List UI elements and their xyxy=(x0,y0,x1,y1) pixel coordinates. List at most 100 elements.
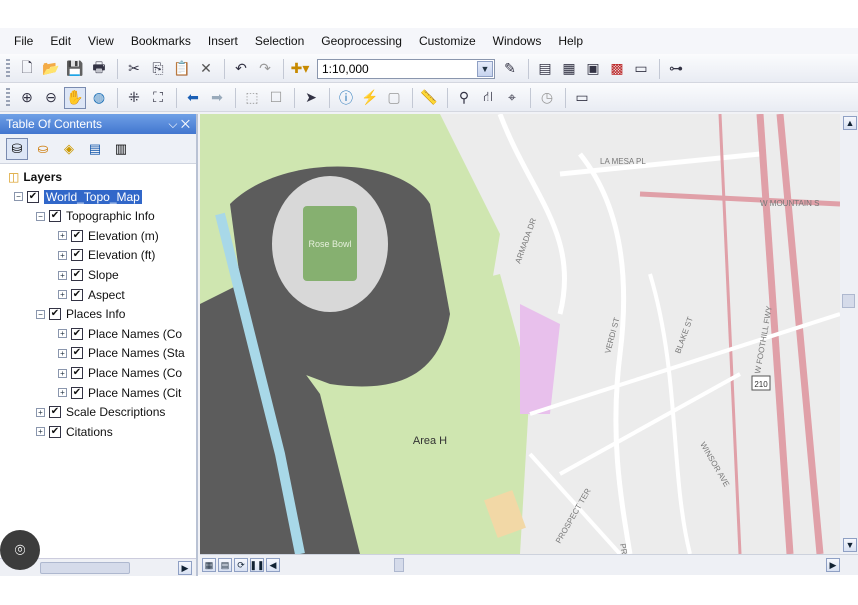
menu-item-insert[interactable]: Insert xyxy=(208,34,238,48)
map-vertical-scrollbar[interactable]: ▲ ▼ xyxy=(840,114,858,554)
full-extent-globe-icon[interactable]: ◍ xyxy=(88,87,110,109)
layer-visibility-checkbox[interactable]: ✔ xyxy=(49,210,61,223)
layout-view-icon[interactable]: ▤ xyxy=(218,558,232,572)
menu-item-geoprocessing[interactable]: Geoprocessing xyxy=(321,34,402,48)
list-by-drawing-order-icon[interactable]: ⛁ xyxy=(6,137,28,160)
expand-collapse-icon[interactable]: + xyxy=(58,270,67,280)
menu-item-selection[interactable]: Selection xyxy=(255,34,304,48)
pan-hand-icon[interactable]: ✋ xyxy=(64,86,86,109)
chevron-down-icon[interactable]: ▼ xyxy=(477,60,493,77)
layer-visibility-checkbox[interactable]: ✔ xyxy=(71,229,83,242)
layer-visibility-checkbox[interactable]: ✔ xyxy=(71,367,83,379)
model-builder-icon[interactable]: ⊶ xyxy=(665,58,687,80)
toc-layer-row[interactable]: + ✔ Place Names (Sta xyxy=(58,344,185,362)
expand-collapse-icon[interactable]: − xyxy=(36,211,45,221)
print-icon[interactable]: 🖶 xyxy=(88,58,110,80)
map-scale-combobox[interactable]: 1:10,000 ▼ xyxy=(317,58,495,79)
toc-window-icon[interactable]: ▤ xyxy=(534,58,556,80)
find-route-icon[interactable]: ⛙ xyxy=(477,87,499,109)
expand-collapse-icon[interactable]: − xyxy=(36,309,45,319)
layer-visibility-checkbox[interactable]: ✔ xyxy=(71,386,83,399)
new-document-icon[interactable]: 🗋 xyxy=(16,58,38,80)
layer-visibility-checkbox[interactable]: ✔ xyxy=(71,288,83,301)
toc-layer-row[interactable]: − ✔ World_Topo_Map xyxy=(14,188,142,206)
layer-visibility-checkbox[interactable]: ✔ xyxy=(27,190,39,203)
delete-icon[interactable]: ✕ xyxy=(195,58,217,80)
expand-collapse-icon[interactable]: + xyxy=(36,407,45,417)
expand-collapse-icon[interactable]: − xyxy=(14,192,23,202)
expand-collapse-icon[interactable]: + xyxy=(58,329,67,339)
pause-drawing-icon[interactable]: ❚❚ xyxy=(249,558,265,572)
arctoolbox-icon[interactable]: ▩ xyxy=(606,58,628,80)
list-by-visibility-icon[interactable]: ◈ xyxy=(58,138,80,160)
scroll-right-icon[interactable]: ▶ xyxy=(178,561,192,575)
expand-collapse-icon[interactable]: + xyxy=(58,231,67,241)
toc-layer-row[interactable]: ◫ Layers xyxy=(8,168,62,186)
measure-icon[interactable]: 📏 xyxy=(418,87,440,109)
fixed-zoom-out-icon[interactable]: ⛶ xyxy=(147,87,169,109)
menu-item-edit[interactable]: Edit xyxy=(50,34,71,48)
open-folder-icon[interactable]: 📂 xyxy=(40,58,62,80)
catalog-window-icon[interactable]: ▦ xyxy=(558,58,580,80)
toc-layer-row[interactable]: + ✔ Aspect xyxy=(58,286,125,304)
toc-layer-row[interactable]: − ✔ Topographic Info xyxy=(36,207,155,225)
find-binoculars-icon[interactable]: ⚲ xyxy=(453,87,475,109)
clear-selection-icon[interactable]: ☐ xyxy=(265,87,287,109)
layer-visibility-checkbox[interactable]: ✔ xyxy=(71,347,83,360)
search-window-icon[interactable]: ▣ xyxy=(582,58,604,80)
copy-icon[interactable]: ⎘ xyxy=(147,58,169,80)
add-data-icon[interactable]: ✚▾ xyxy=(289,58,311,80)
expand-collapse-icon[interactable]: + xyxy=(58,290,67,300)
cut-icon[interactable]: ✂ xyxy=(123,58,145,80)
toc-pin-close-icons[interactable]: ⌵ ✕ xyxy=(168,117,190,132)
toc-layer-row[interactable]: + ✔ Place Names (Cit xyxy=(58,384,181,402)
scroll-thumb[interactable] xyxy=(842,294,855,308)
layer-visibility-checkbox[interactable]: ✔ xyxy=(71,249,83,262)
menu-item-view[interactable]: View xyxy=(88,34,114,48)
layer-visibility-checkbox[interactable]: ✔ xyxy=(71,327,83,340)
menu-item-help[interactable]: Help xyxy=(558,34,583,48)
scroll-up-icon[interactable]: ▲ xyxy=(843,116,857,130)
map-horizontal-scrollbar[interactable] xyxy=(284,558,820,572)
expand-collapse-icon[interactable]: + xyxy=(58,250,67,260)
scroll-right-icon[interactable]: ▶ xyxy=(826,558,840,572)
toc-layer-row[interactable]: + ✔ Elevation (ft) xyxy=(58,246,155,264)
list-by-source-icon[interactable]: ⛀ xyxy=(32,138,54,160)
fixed-zoom-in-icon[interactable]: ⁜ xyxy=(123,87,145,109)
save-icon[interactable]: 💾 xyxy=(64,58,86,80)
forward-arrow-icon[interactable]: ➡ xyxy=(206,87,228,109)
zoom-in-icon[interactable]: ⊕ xyxy=(16,87,38,109)
viewer-window-icon[interactable]: ▭ xyxy=(571,87,593,109)
redo-icon[interactable]: ↷ xyxy=(254,58,276,80)
list-by-selection-icon[interactable]: ▤ xyxy=(84,138,106,160)
toc-layer-row[interactable]: + ✔ Place Names (Co xyxy=(58,325,182,343)
expand-collapse-icon[interactable]: + xyxy=(58,388,67,398)
scroll-thumb[interactable] xyxy=(40,562,130,574)
layer-visibility-checkbox[interactable]: ✔ xyxy=(49,308,61,321)
toc-layer-row[interactable]: − ✔ Places Info xyxy=(36,305,125,323)
map-view[interactable]: Rose Bowl Area H LA MESA PL W MOUNTAIN S… xyxy=(200,114,840,554)
menu-item-windows[interactable]: Windows xyxy=(493,34,542,48)
refresh-icon[interactable]: ⟳ xyxy=(234,558,248,572)
identify-icon[interactable]: ⓘ xyxy=(335,87,357,109)
scroll-thumb[interactable] xyxy=(394,558,404,572)
layer-visibility-checkbox[interactable]: ✔ xyxy=(49,406,61,419)
expand-collapse-icon[interactable]: + xyxy=(36,427,45,437)
camera-icon[interactable]: ⌾ xyxy=(0,530,40,570)
scroll-left-icon[interactable]: ◀ xyxy=(266,558,280,572)
menu-item-bookmarks[interactable]: Bookmarks xyxy=(131,34,191,48)
go-to-xy-icon[interactable]: ⌖ xyxy=(501,87,523,109)
undo-icon[interactable]: ↶ xyxy=(230,58,252,80)
html-popup-icon[interactable]: ▢ xyxy=(383,87,405,109)
select-elements-arrow-icon[interactable]: ➤ xyxy=(300,87,322,109)
toolbar-grip[interactable] xyxy=(6,87,10,108)
menu-item-customize[interactable]: Customize xyxy=(419,34,476,48)
toolbar-grip[interactable] xyxy=(6,58,10,79)
toc-layer-row[interactable]: + ✔ Place Names (Co xyxy=(58,364,182,382)
layer-visibility-checkbox[interactable]: ✔ xyxy=(71,269,83,281)
menu-item-file[interactable]: File xyxy=(14,34,33,48)
layer-visibility-checkbox[interactable]: ✔ xyxy=(49,425,61,438)
back-arrow-icon[interactable]: ⬅ xyxy=(182,87,204,109)
topographic-map[interactable]: Rose Bowl Area H LA MESA PL W MOUNTAIN S… xyxy=(200,114,840,554)
scroll-down-icon[interactable]: ▼ xyxy=(843,538,857,552)
